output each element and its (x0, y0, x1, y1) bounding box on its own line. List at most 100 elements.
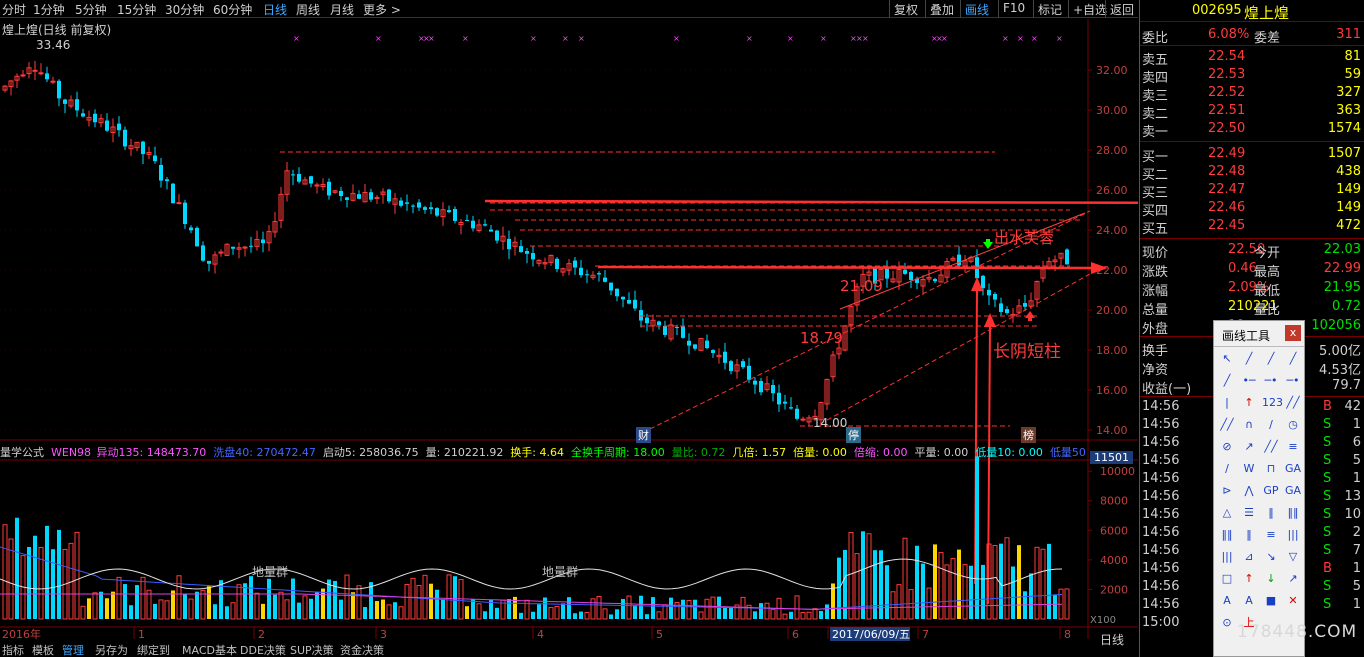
draw-tool-37-icon[interactable]: ⊿ (1240, 549, 1258, 565)
draw-tool-4-icon[interactable]: ╱ (1218, 373, 1236, 389)
period-tab-8[interactable]: 月线 (330, 1, 354, 18)
volume-bar (230, 602, 236, 620)
candle-body (32, 69, 38, 72)
volume-bar (962, 564, 968, 620)
volume-bar (398, 606, 404, 620)
bottom-tab-7[interactable]: SUP决策 (290, 645, 334, 657)
volume-bar (339, 599, 343, 619)
draw-tool-18-icon[interactable]: ╱╱ (1262, 439, 1280, 455)
draw-tool-11-icon[interactable]: ╱╱ (1284, 395, 1302, 411)
marker-ting[interactable]: 停 (846, 427, 861, 443)
candle-body (1005, 309, 1009, 314)
draw-tool-28-icon[interactable]: △ (1218, 505, 1236, 521)
bottom-tab-2[interactable]: 管理 (62, 645, 84, 657)
chart-canvas[interactable]: 32.0030.0028.0026.0024.0022.0020.0018.00… (0, 19, 1138, 657)
draw-tool-27-icon[interactable]: GA (1284, 483, 1302, 499)
period-tab-1[interactable]: 1分钟 (33, 1, 65, 18)
period-tab-3[interactable]: 15分钟 (117, 1, 156, 18)
volume-bar (351, 592, 355, 619)
bottom-tab-1[interactable]: 模板 (32, 645, 54, 657)
draw-tool-38-icon[interactable]: ↘ (1262, 549, 1280, 565)
draw-tool-2-icon[interactable]: ╱ (1262, 351, 1280, 367)
draw-tool-6-icon[interactable]: ─• (1262, 373, 1280, 389)
draw-tool-17-icon[interactable]: ↗ (1240, 439, 1258, 455)
draw-tool-13-icon[interactable]: ∩ (1240, 417, 1258, 433)
bottom-tab-5[interactable]: MACD基本 (182, 645, 237, 657)
volume-bar (548, 607, 554, 620)
draw-tool-9-icon[interactable]: ↑ (1240, 395, 1258, 411)
bottom-tab-8[interactable]: 资金决策 (340, 645, 384, 657)
toolbar-button-4[interactable]: 标记 (1033, 0, 1066, 18)
draw-tool-33-icon[interactable]: ‖ (1240, 527, 1258, 543)
draw-tool-34-icon[interactable]: ≡ (1262, 527, 1280, 543)
draw-tool-42-icon[interactable]: ↓ (1262, 571, 1280, 587)
draw-tool-25-icon[interactable]: ⋀ (1240, 483, 1258, 499)
bottom-tab-6[interactable]: DDE决策 (240, 645, 286, 657)
draw-tool-39-icon[interactable]: ▽ (1284, 549, 1302, 565)
draw-tool-40-icon[interactable]: □ (1218, 571, 1236, 587)
draw-tool-1-icon[interactable]: ╱ (1240, 351, 1258, 367)
draw-tool-0-icon[interactable]: ↖ (1218, 351, 1236, 367)
draw-tool-panel[interactable]: 画线工具 x ↖ ╱ ╱ ╱ ╱ •─ ─• ─• | ↑ 123 ╱╱ ╱╱ ∩ ∕ ◷ ⊘ ↗ ╱╱ ≡ ∕ W ⊓ GA… (1213, 320, 1305, 657)
period-tab-5[interactable]: 60分钟 (213, 1, 252, 18)
draw-tool-32-icon[interactable]: ‖‖ (1218, 527, 1236, 543)
volume-bar (140, 576, 146, 620)
draw-tool-41-icon[interactable]: ↑ (1240, 571, 1258, 587)
draw-tool-15-icon[interactable]: ◷ (1284, 417, 1302, 433)
draw-tool-22-icon[interactable]: ⊓ (1262, 461, 1280, 477)
draw-tool-35-icon[interactable]: ||| (1284, 527, 1302, 543)
draw-tool-30-icon[interactable]: ‖ (1262, 505, 1280, 521)
period-tab-9[interactable]: 更多 > (363, 1, 401, 18)
draw-tool-44-icon[interactable]: A (1218, 593, 1236, 609)
volume-bar (825, 604, 829, 619)
draw-tool-47-icon[interactable]: ✕ (1284, 593, 1302, 609)
draw-tool-19-icon[interactable]: ≡ (1284, 439, 1302, 455)
draw-tool-46-icon[interactable]: ■ (1262, 593, 1280, 609)
draw-tool-10-icon[interactable]: 123 (1262, 395, 1283, 411)
draw-tool-48-icon[interactable]: ⊙ (1218, 615, 1236, 631)
volume-tick-label: 8000 (1100, 495, 1128, 508)
bottom-tab-3[interactable]: 另存为 (95, 645, 128, 657)
period-tab-4[interactable]: 30分钟 (165, 1, 204, 18)
close-icon[interactable]: x (1285, 325, 1301, 341)
draw-tool-29-icon[interactable]: ☰ (1240, 505, 1258, 521)
toolbar-button-6[interactable]: 返回 (1105, 0, 1138, 18)
draw-tool-24-icon[interactable]: ⊳ (1218, 483, 1236, 499)
toolbar-button-2[interactable]: 画线 (960, 0, 993, 18)
bottom-tab-0[interactable]: 指标 (2, 645, 24, 657)
draw-tool-36-icon[interactable]: ||| (1218, 549, 1236, 565)
draw-tool-43-icon[interactable]: ↗ (1284, 571, 1302, 587)
bottom-tab-4[interactable]: 绑定到 (137, 645, 170, 657)
marker-cai[interactable]: 财 (636, 427, 651, 443)
draw-tool-12-icon[interactable]: ╱╱ (1218, 417, 1236, 433)
draw-tool-23-icon[interactable]: GA (1284, 461, 1302, 477)
draw-tool-26-icon[interactable]: GP (1262, 483, 1280, 499)
draw-tool-3-icon[interactable]: ╱ (1284, 351, 1302, 367)
toolbar-button-0[interactable]: 复权 (889, 0, 922, 18)
period-tab-7[interactable]: 周线 (296, 1, 320, 18)
draw-tool-45-icon[interactable]: A (1240, 593, 1258, 609)
volume-bar (356, 585, 362, 620)
volume-bar (507, 599, 511, 619)
marker-bang[interactable]: 榜 (1021, 427, 1036, 443)
period-tab-0[interactable]: 分时 (2, 1, 26, 18)
draw-tool-20-icon[interactable]: ∕ (1218, 461, 1236, 477)
draw-tool-31-icon[interactable]: ‖‖ (1284, 505, 1302, 521)
period-tab-6[interactable]: 日线 (263, 1, 287, 18)
period-tab-2[interactable]: 5分钟 (75, 1, 107, 18)
draw-tool-header[interactable]: 画线工具 x (1214, 321, 1304, 347)
draw-tool-5-icon[interactable]: •─ (1240, 373, 1258, 389)
draw-tool-7-icon[interactable]: ─• (1284, 373, 1302, 389)
toolbar-button-1[interactable]: 叠加 (925, 0, 958, 18)
draw-tool-21-icon[interactable]: W (1240, 461, 1258, 477)
draw-tool-14-icon[interactable]: ∕ (1262, 417, 1280, 433)
draw-tool-8-icon[interactable]: | (1218, 395, 1236, 411)
indicator-value-7: 量比: 0.72 (671, 446, 726, 458)
volume-bar (957, 549, 961, 619)
draw-tool-16-icon[interactable]: ⊘ (1218, 439, 1236, 455)
toolbar-button-3[interactable]: F10 (998, 0, 1029, 18)
candle-body (783, 401, 787, 404)
volume-bar (1011, 566, 1015, 619)
kline-chart[interactable]: 32.00 30.00 28.00 26.00 24.00 22.00 20.00 18.00… (0, 19, 1138, 657)
candle-body (297, 173, 301, 182)
